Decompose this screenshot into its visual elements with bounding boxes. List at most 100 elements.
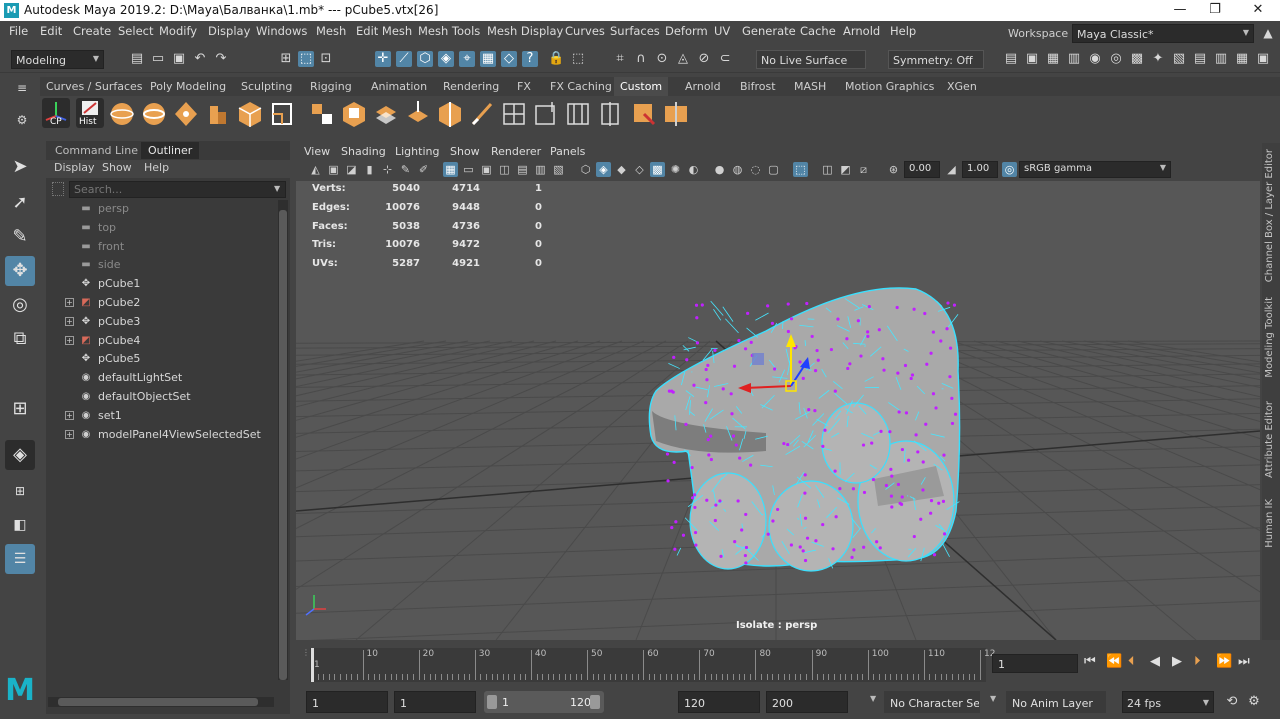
- grease-pencil-icon[interactable]: ✎: [398, 162, 413, 177]
- current-time-indicator[interactable]: [311, 648, 314, 682]
- expand-plus-icon[interactable]: +: [65, 410, 74, 420]
- workspace-dropdown[interactable]: Maya Classic* ▼: [1072, 24, 1254, 43]
- outliner-item[interactable]: + ◉ set1: [46, 407, 276, 426]
- shelf-target-weld-button[interactable]: [404, 98, 432, 128]
- range-end-handle[interactable]: [590, 695, 600, 709]
- viewport-panel[interactable]: View Shading Lighting Show Renderer Panels ◭ …: [296, 143, 1260, 640]
- shelf-cube-button[interactable]: [236, 98, 264, 128]
- last-tool-icon[interactable]: ⊞: [5, 394, 35, 424]
- shelf-tab-motion-graphics[interactable]: Motion Graphics: [845, 80, 934, 93]
- select-tool-icon[interactable]: ➤: [5, 152, 35, 182]
- menu-surfaces[interactable]: Surfaces: [610, 24, 660, 38]
- select-surface-icon[interactable]: ▦: [480, 51, 496, 67]
- shelf-torus-button[interactable]: [140, 98, 168, 128]
- menu-windows[interactable]: Windows: [256, 24, 307, 38]
- shelf-multicut-button[interactable]: [468, 98, 496, 128]
- character-set-icon[interactable]: ▼: [870, 694, 876, 703]
- shelf-menu-icon[interactable]: ≡: [14, 80, 30, 96]
- menu-deform[interactable]: Deform: [665, 24, 708, 38]
- step-forward-key-icon[interactable]: ⏩: [1216, 654, 1232, 669]
- isolate-select-icon[interactable]: ⬚: [793, 162, 808, 177]
- select-curve-icon[interactable]: ⌖: [459, 51, 475, 67]
- screen-space-ao-icon[interactable]: ●: [712, 162, 727, 177]
- outliner-item[interactable]: ▬ front: [46, 238, 276, 257]
- view-transform-dropdown[interactable]: sRGB gamma ▼: [1019, 161, 1171, 178]
- toggle-tool-settings-icon[interactable]: ▥: [1213, 51, 1229, 67]
- textured-icon[interactable]: ▩: [650, 162, 665, 177]
- toggle-modeling-toolkit-icon[interactable]: ▧: [1171, 51, 1187, 67]
- shelf-tab-custom[interactable]: Custom: [614, 77, 669, 96]
- outliner-item[interactable]: + ◩ pCube2: [46, 294, 276, 313]
- anim-preferences-icon[interactable]: ⚙: [1246, 694, 1262, 710]
- shelf-combine-button[interactable]: [372, 98, 400, 128]
- shelf-tab-mash[interactable]: MASH: [794, 80, 826, 93]
- play-forwards-icon[interactable]: ▶: [1172, 654, 1182, 669]
- shelf-edgeloop-button[interactable]: [500, 98, 528, 128]
- shelf-tab-animation[interactable]: Animation: [371, 80, 427, 93]
- menu-cache[interactable]: Cache: [800, 24, 836, 38]
- outliner-item[interactable]: + ◩ pCube4: [46, 332, 276, 351]
- safe-action-icon[interactable]: ▥: [533, 162, 548, 177]
- shelf-tab-fx-caching[interactable]: FX Caching: [550, 80, 612, 93]
- outliner-item[interactable]: ▬ persp: [46, 200, 276, 219]
- snap-grid-icon[interactable]: ⌗: [612, 51, 628, 67]
- tab-human-ik[interactable]: Human IK: [1264, 499, 1275, 548]
- two-d-pan-icon[interactable]: ⊹: [380, 162, 395, 177]
- time-ruler[interactable]: 1 10 20 30 40 50 60 70 80 90 100 110 12: [310, 648, 995, 682]
- anim-layer-icon[interactable]: ▼: [990, 694, 996, 703]
- go-to-start-icon[interactable]: ⏮: [1084, 654, 1096, 669]
- film-gate-icon[interactable]: ▭: [461, 162, 476, 177]
- auto-key-icon[interactable]: ⟲: [1224, 694, 1240, 710]
- step-back-frame-icon[interactable]: ⏴: [1128, 654, 1135, 669]
- viewport-menu-lighting[interactable]: Lighting: [395, 145, 439, 158]
- grid-toggle-icon[interactable]: ▦: [443, 162, 458, 177]
- menu-edit-mesh[interactable]: Edit Mesh: [356, 24, 412, 38]
- multisample-aa-icon[interactable]: ◌: [748, 162, 763, 177]
- menu-file[interactable]: File: [9, 24, 28, 38]
- toggle-attribute-editor-icon[interactable]: ▤: [1192, 51, 1208, 67]
- current-frame-input[interactable]: 1: [992, 654, 1078, 673]
- shelf-tab-rendering[interactable]: Rendering: [443, 80, 499, 93]
- center-pivot-button[interactable]: CP: [42, 98, 70, 128]
- snap-magnet-icon[interactable]: ⊂: [717, 51, 733, 67]
- shelf-boolean-button[interactable]: [340, 98, 368, 128]
- save-scene-icon[interactable]: ▣: [171, 51, 187, 67]
- drag-handle-icon[interactable]: ⋮: [302, 648, 310, 682]
- shelf-sphere-button[interactable]: [108, 98, 136, 128]
- resolution-gate-icon[interactable]: ▣: [479, 162, 494, 177]
- outliner-scrollbar[interactable]: [278, 200, 288, 680]
- outliner-item[interactable]: ▬ side: [46, 256, 276, 275]
- shelf-bridge-button[interactable]: [308, 98, 336, 128]
- select-component-icon[interactable]: ⊡: [318, 51, 334, 67]
- symmetry-dropdown[interactable]: Symmetry: Off: [888, 50, 984, 69]
- menu-modify[interactable]: Modify: [159, 24, 197, 38]
- rotate-tool-icon[interactable]: ◎: [5, 290, 35, 320]
- expand-plus-icon[interactable]: +: [65, 429, 74, 439]
- tab-outliner[interactable]: Outliner: [141, 142, 200, 159]
- menu-mesh-display[interactable]: Mesh Display: [487, 24, 563, 38]
- color-management-icon[interactable]: ◎: [1002, 162, 1017, 177]
- select-vertex-icon[interactable]: ✛: [375, 51, 391, 67]
- expand-plus-icon[interactable]: +: [65, 298, 74, 307]
- gamma-icon[interactable]: ◢: [944, 162, 959, 177]
- shelf-tab-xgen[interactable]: XGen: [947, 80, 977, 93]
- camera-attributes-icon[interactable]: ▣: [326, 162, 341, 177]
- menu-uv[interactable]: UV: [714, 24, 730, 38]
- animation-start-input[interactable]: 1: [306, 691, 388, 713]
- render-setup-icon[interactable]: ▩: [1129, 51, 1145, 67]
- menu-create[interactable]: Create: [73, 24, 111, 38]
- select-deformer-icon[interactable]: ◇: [501, 51, 517, 67]
- close-button[interactable]: ✕: [1238, 0, 1278, 21]
- playback-end-input[interactable]: 120: [678, 691, 760, 713]
- outliner-item[interactable]: + ✥ pCube3: [46, 313, 276, 332]
- playback-start-input[interactable]: 1: [394, 691, 476, 713]
- shelf-mirror-button[interactable]: [662, 98, 690, 128]
- new-scene-icon[interactable]: ▤: [129, 51, 145, 67]
- snap-point-icon[interactable]: ⊙: [654, 51, 670, 67]
- tab-command-line[interactable]: Command Line: [48, 142, 145, 159]
- snap-curve-icon[interactable]: ∩: [633, 51, 649, 67]
- field-chart-icon[interactable]: ▤: [515, 162, 530, 177]
- outliner-item[interactable]: ✥ pCube5: [46, 350, 276, 369]
- range-bar[interactable]: 1 120: [484, 691, 604, 713]
- fps-dropdown[interactable]: 24 fps ▼: [1122, 691, 1214, 713]
